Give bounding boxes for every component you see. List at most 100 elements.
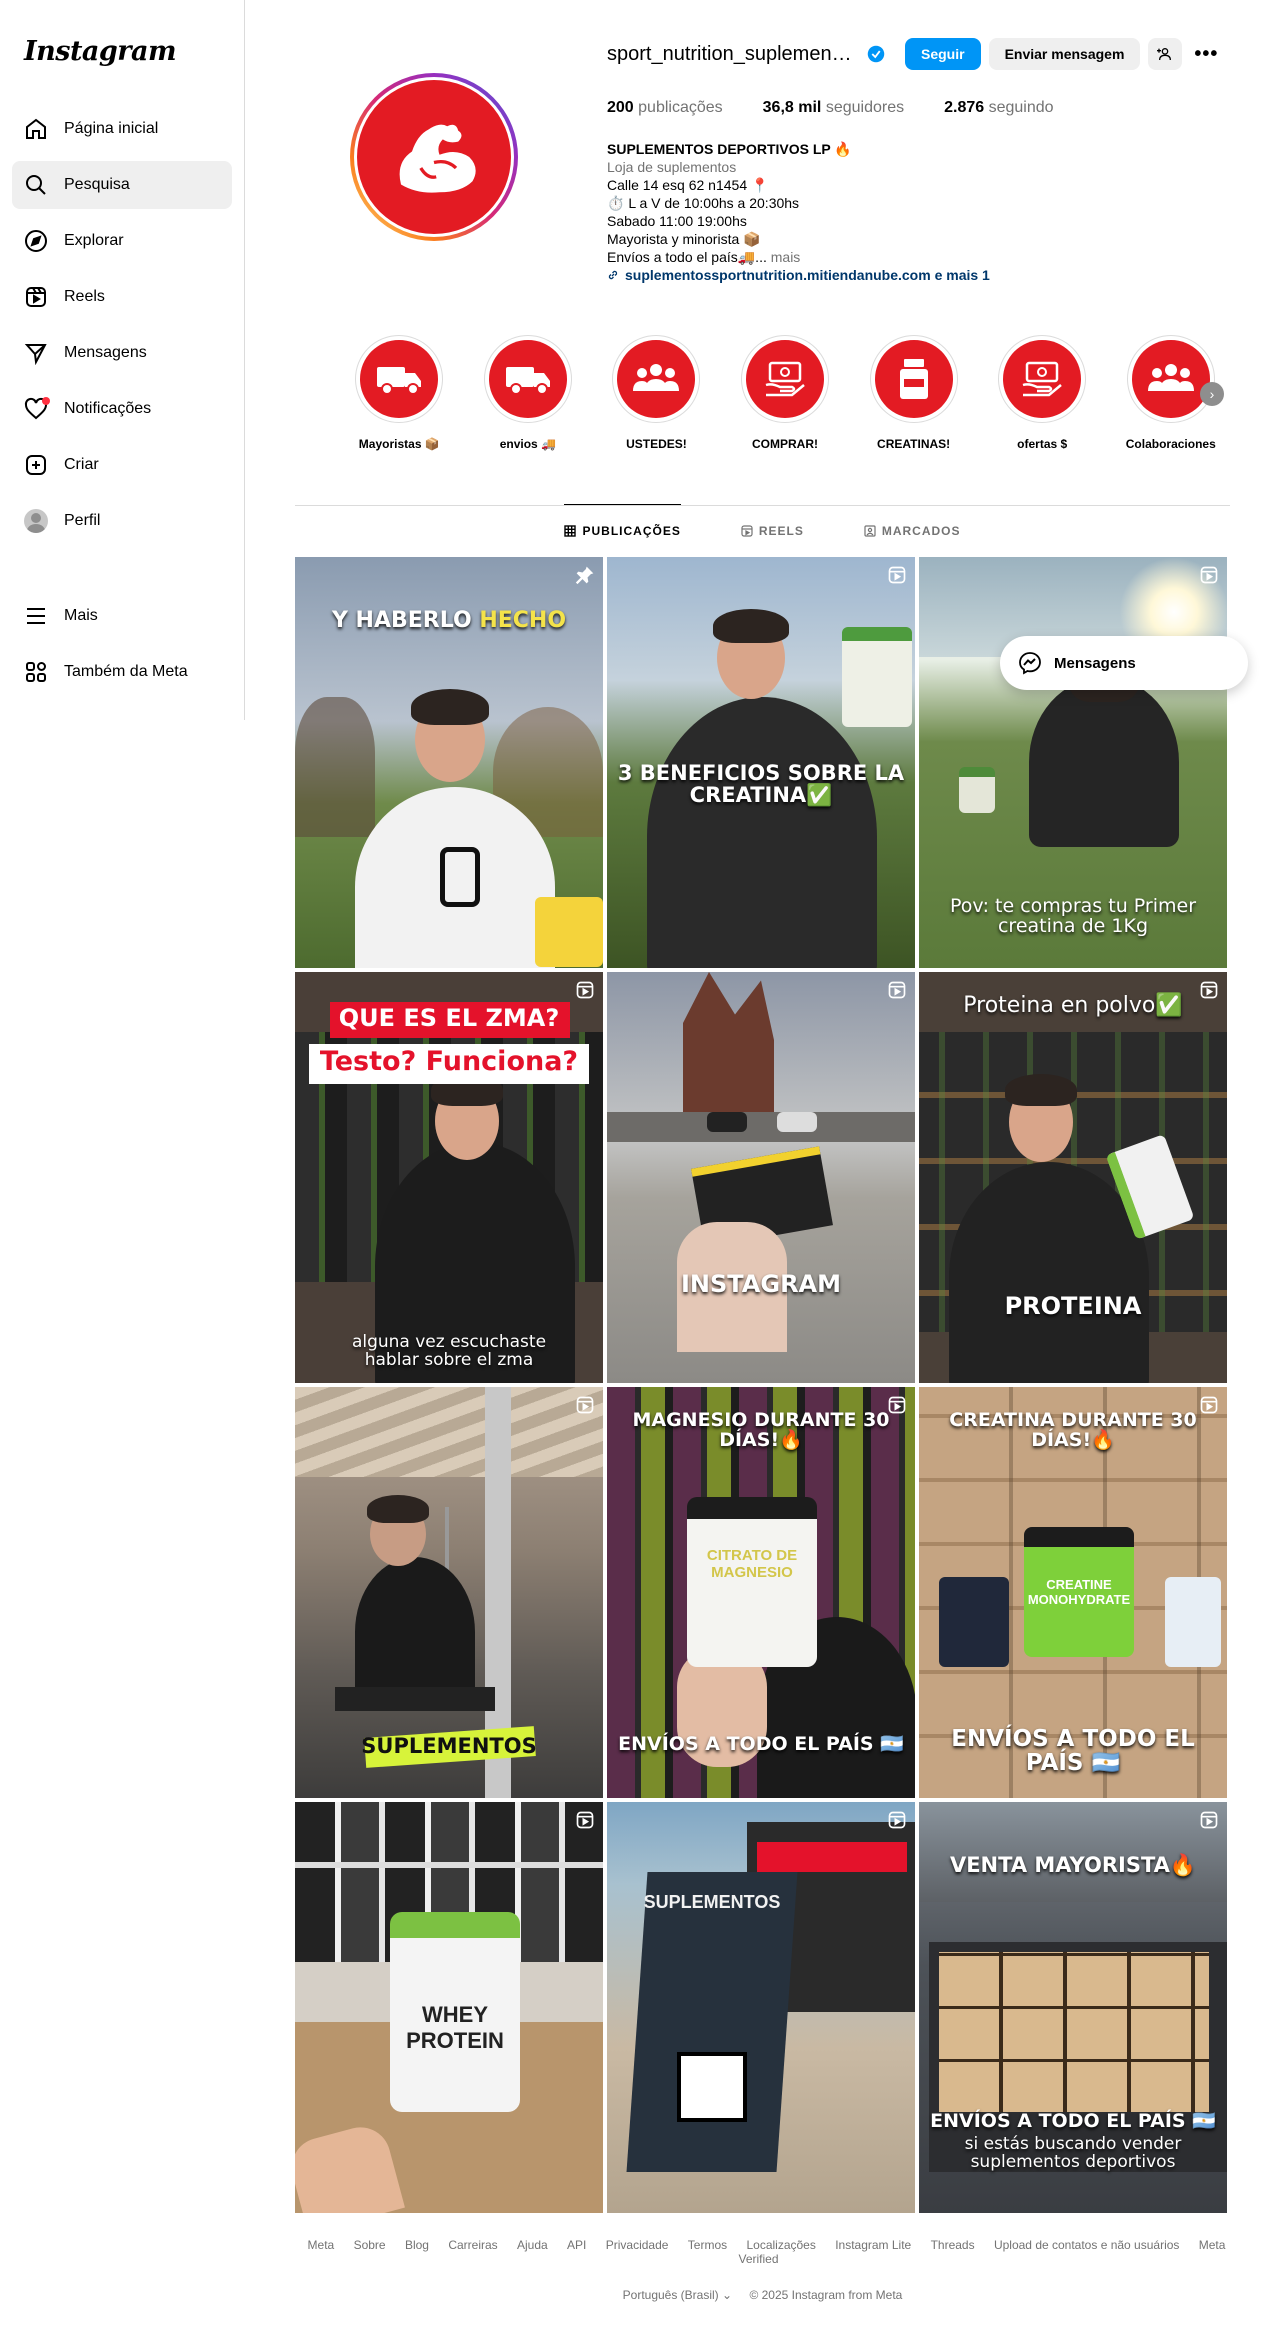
post-tile[interactable]: SUPLEMENTOS (607, 1802, 915, 2213)
post-tile[interactable]: VENTA MAYORISTA🔥 ENVÍOS A TODO EL PAÍS 🇦… (919, 1802, 1227, 2213)
send-message-button[interactable]: Enviar mensagem (988, 38, 1141, 70)
sidebar-item-profile[interactable]: Perfil (12, 497, 232, 545)
post-tile[interactable]: CITRATO DE MAGNESIO MAGNESIO DURANTE 30 … (607, 1387, 915, 1798)
post-tile[interactable]: CREATINE MONOHYDRATE CREATINA DURANTE 30… (919, 1387, 1227, 1798)
sidebar-item-meta[interactable]: Também da Meta (12, 648, 232, 696)
profile-picture[interactable] (350, 73, 518, 241)
highlight-label: ofertas $ (1017, 437, 1068, 451)
post-caption: Y HABERLO HECHO (331, 608, 567, 633)
footer-link[interactable]: Sobre (354, 2238, 386, 2252)
reel-icon (888, 1811, 906, 1829)
money-icon (765, 361, 805, 397)
post-tile[interactable]: SUPLEMENTOS (295, 1387, 603, 1798)
heart-icon (24, 397, 50, 421)
post-tile[interactable]: Pov: te compras tu Primer creatina de 1K… (919, 557, 1227, 968)
post-tile[interactable]: QUE ES EL ZMA? Testo? Funciona? alguna v… (295, 972, 603, 1383)
highlight-ustedes[interactable]: USTEDES! (592, 335, 721, 451)
profile-username: sport_nutrition_suplementos (607, 42, 857, 65)
bio-more-link[interactable]: mais (767, 249, 801, 265)
reel-icon (888, 1396, 906, 1414)
post-caption-top: Proteina en polvo✅ (963, 993, 1183, 1018)
post-tile[interactable]: INSTAGRAM (607, 972, 915, 1383)
post-caption: INSTAGRAM (680, 1270, 842, 1298)
footer-link[interactable]: Carreiras (448, 2238, 497, 2252)
footer-link[interactable]: Localizações (746, 2238, 815, 2252)
highlight-creatinas[interactable]: CREATINAS! (849, 335, 978, 451)
post-caption-top: CREATINA DURANTE 30 DÍAS!🔥 (949, 1409, 1197, 1451)
follow-button[interactable]: Seguir (905, 38, 981, 70)
footer-bottom: Português (Brasil) ⌄ © 2025 Instagram fr… (295, 2288, 1230, 2302)
footer-link[interactable]: Upload de contatos e não usuários (994, 2238, 1179, 2252)
footer-link[interactable]: Meta (308, 2238, 335, 2252)
grid-icon (564, 524, 577, 537)
jar-icon (899, 359, 928, 399)
search-icon (26, 175, 46, 195)
highlight-envios[interactable]: envios 🚚 (464, 335, 593, 451)
footer-link[interactable]: API (567, 2238, 586, 2252)
footer: Meta Sobre Blog Carreiras Ajuda API Priv… (295, 2238, 1230, 2302)
sidebar-item-label: Página inicial (64, 120, 159, 137)
posts-grid: Y HABERLO HECHO 3 BENEFICIOS SOBRE LA CR… (295, 557, 1227, 2213)
reels-icon (741, 525, 753, 537)
bio-link[interactable]: suplementossportnutrition.mitiendanube.c… (607, 266, 1027, 284)
more-options-icon[interactable]: ••• (1194, 43, 1218, 66)
footer-link[interactable]: Blog (405, 2238, 429, 2252)
reel-icon (1200, 566, 1218, 584)
tagged-icon (864, 525, 876, 537)
sidebar-item-search[interactable]: Pesquisa (12, 161, 232, 209)
bio-category: Loja de suplementos (607, 159, 737, 175)
post-caption: 3 BENEFICIOS SOBRE LA CREATINA✅ (617, 761, 905, 808)
posts-count[interactable]: 200 publicações (607, 99, 723, 117)
sidebar-item-notifications[interactable]: Notificações (12, 385, 232, 433)
tab-posts[interactable]: PUBLICAÇÕES (564, 504, 681, 556)
sidebar-item-label: Notificações (64, 400, 152, 417)
post-tile[interactable]: Y HABERLO HECHO (295, 557, 603, 968)
post-caption-2: si estás buscando vender suplementos dep… (964, 2134, 1182, 2172)
tab-tagged[interactable]: MARCADOS (864, 505, 961, 557)
verified-badge-icon (867, 45, 885, 63)
followers-count[interactable]: 36,8 mil seguidores (763, 99, 904, 117)
footer-link[interactable]: Ajuda (517, 2238, 548, 2252)
footer-link[interactable]: Instagram Lite (835, 2238, 911, 2252)
flexed-arm-logo-icon (399, 124, 476, 193)
highlight-ofertas[interactable]: ofertas $ (978, 335, 1107, 451)
post-tile[interactable]: WHEY PROTEIN (295, 1802, 603, 2213)
sidebar-item-reels[interactable]: Reels (12, 273, 232, 321)
footer-link[interactable]: Threads (931, 2238, 975, 2252)
sidebar-item-label: Explorar (64, 232, 124, 249)
instagram-logo[interactable]: Instagram (24, 36, 177, 67)
profile-tabs: PUBLICAÇÕES REELS MARCADOS (295, 504, 1230, 557)
profile-stats: 200 publicações 36,8 mil seguidores 2.87… (607, 99, 1094, 117)
sidebar-bottom: Mais Também da Meta (12, 592, 232, 704)
sidebar-item-label: Criar (64, 456, 99, 473)
post-caption-top: Testo? Funciona? (319, 1046, 579, 1077)
reel-icon (576, 981, 594, 999)
following-count[interactable]: 2.876 seguindo (944, 99, 1053, 117)
post-tile[interactable]: Proteina en polvo✅ PROTEINA (919, 972, 1227, 1383)
language-select[interactable]: Português (Brasil) ⌄ (623, 2288, 732, 2302)
money-icon (1022, 361, 1062, 397)
highlights-next-chevron-icon[interactable]: › (1200, 382, 1224, 406)
highlight-mayoristas[interactable]: Mayoristas 📦 (335, 335, 464, 451)
sidebar-item-home[interactable]: Página inicial (12, 105, 232, 153)
messages-floating-button[interactable]: Mensagens (1000, 636, 1248, 690)
tab-reels[interactable]: REELS (741, 505, 804, 557)
footer-link[interactable]: Privacidade (606, 2238, 669, 2252)
reel-icon (576, 1396, 594, 1414)
reels-icon (26, 287, 46, 307)
suggest-accounts-button[interactable] (1148, 38, 1183, 70)
sidebar-item-more[interactable]: Mais (12, 592, 232, 640)
post-tile[interactable]: 3 BENEFICIOS SOBRE LA CREATINA✅ (607, 557, 915, 968)
bio-name: SUPLEMENTOS DEPORTIVOS LP 🔥 (607, 141, 852, 157)
sidebar-item-messages[interactable]: Mensagens (12, 329, 232, 377)
bio-line: Sabado 11:00 19:00hs (607, 213, 747, 229)
sidebar-item-create[interactable]: Criar (12, 441, 232, 489)
sidebar-item-explore[interactable]: Explorar (12, 217, 232, 265)
sidebar-nav: Página inicial Pesquisa Explorar Reels M… (12, 105, 232, 553)
footer-link[interactable]: Termos (688, 2238, 727, 2252)
highlight-label: USTEDES! (626, 437, 687, 451)
sidebar-item-label: Mensagens (64, 344, 147, 361)
post-caption: SUPLEMENTOS (361, 1734, 537, 1758)
post-caption: PROTEINA (1004, 1292, 1142, 1320)
highlight-comprar[interactable]: COMPRAR! (721, 335, 850, 451)
